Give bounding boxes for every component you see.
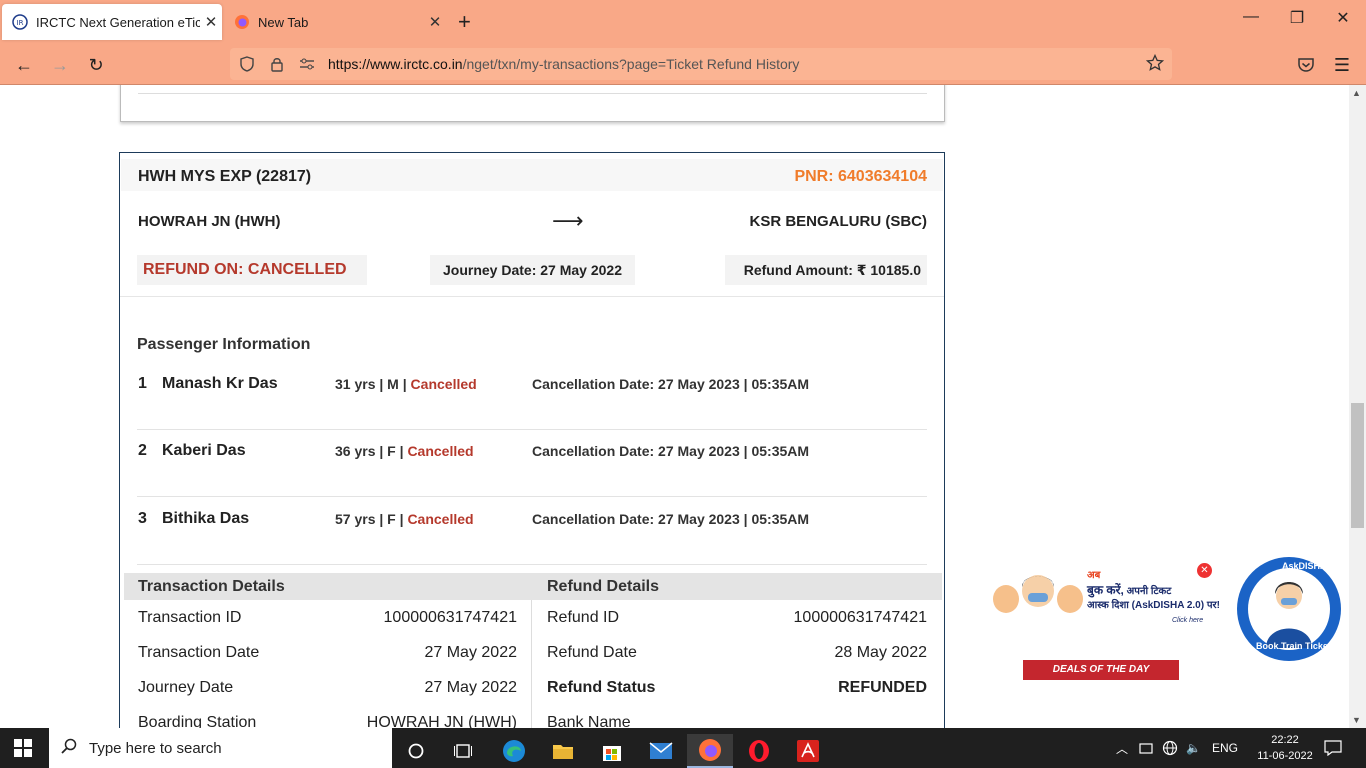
passenger-row: 2 Kaberi Das 36 yrs | F | Cancelled Canc… [137, 429, 927, 497]
passenger-details: 57 yrs | F | Cancelled [335, 511, 474, 527]
pocket-icon[interactable] [1292, 52, 1320, 78]
scrollbar-thumb[interactable] [1351, 403, 1364, 528]
microsoft-store-icon[interactable] [589, 734, 635, 768]
menu-icon[interactable]: ☰ [1328, 52, 1356, 78]
mascot-thumbs-up-icon [993, 575, 1083, 613]
volume-icon[interactable]: 🔈 [1186, 728, 1201, 768]
back-arrow-icon[interactable]: ← [10, 52, 38, 78]
passenger-details: 36 yrs | F | Cancelled [335, 443, 474, 459]
windows-taskbar: Type here to search ︿ 🔈 ENG 22:22 11-06-… [0, 728, 1366, 768]
mail-icon[interactable] [638, 734, 684, 768]
previous-ticket-card [120, 85, 945, 122]
cancellation-date: Cancellation Date: 27 May 2023 | 05:35AM [532, 443, 810, 459]
from-station: HOWRAH JN (HWH) [138, 213, 281, 230]
cancellation-date: Cancellation Date: 27 May 2023 | 05:35AM [532, 511, 810, 527]
svg-text:IR: IR [17, 19, 24, 27]
boarding-station-row: Boarding Station HOWRAH JN (HWH) [138, 714, 517, 728]
search-placeholder: Type here to search [89, 739, 222, 757]
tab-irctc[interactable]: IR IRCTC Next Generation eTicketing ✕ [2, 4, 222, 40]
askdisha-widget[interactable]: अब बुक करें, अपनी टिकट आस्क दिशा (AskDIS… [990, 555, 1350, 685]
passenger-name: Manash Kr Das [162, 375, 278, 392]
notifications-icon[interactable] [1324, 728, 1342, 768]
forward-arrow-icon[interactable]: → [46, 52, 74, 78]
restore-icon[interactable]: ❐ [1274, 8, 1320, 28]
ticket-refund-card: HWH MYS EXP (22817) PNR: 6403634104 HOWR… [119, 152, 945, 728]
window-close-icon[interactable]: ✕ [1320, 8, 1366, 28]
show-hidden-icons[interactable]: ︿ [1116, 728, 1128, 768]
passenger-details: 31 yrs | M | Cancelled [335, 376, 477, 392]
scroll-down-icon[interactable]: ▼ [1352, 715, 1361, 725]
lock-icon[interactable] [264, 56, 290, 72]
firefox-taskbar-icon[interactable] [687, 734, 733, 768]
transaction-date-row: Transaction Date 27 May 2022 [138, 644, 517, 661]
acrobat-icon[interactable] [785, 734, 831, 768]
edge-icon[interactable] [491, 734, 537, 768]
system-clock[interactable]: 22:22 11-06-2022 [1255, 732, 1315, 764]
url-text: https://www.irctc.co.in/nget/txn/my-tran… [328, 56, 800, 72]
close-tab-icon[interactable]: ✕ [424, 13, 446, 31]
tab-title: IRCTC Next Generation eTicketing [36, 14, 200, 30]
journey-date-row: Journey Date 27 May 2022 [138, 679, 517, 696]
deals-of-the-day-banner[interactable]: DEALS OF THE DAY [1023, 660, 1179, 680]
transaction-id-row: Transaction ID 100000631747421 [138, 609, 517, 626]
scroll-up-icon[interactable]: ▲ [1352, 88, 1361, 98]
language-indicator[interactable]: ENG [1212, 728, 1238, 768]
close-ad-icon[interactable]: ✕ [1197, 563, 1212, 578]
refund-details-title: Refund Details [547, 578, 660, 595]
click-here-link[interactable]: Click here [1172, 617, 1203, 624]
minimize-icon[interactable]: — [1228, 8, 1274, 26]
windows-start-icon[interactable] [14, 739, 32, 762]
details-header: Transaction Details Refund Details [124, 573, 942, 600]
refund-amount: Refund Amount: ₹ 10185.0 [725, 255, 927, 285]
irctc-favicon-icon: IR [12, 14, 28, 30]
close-tab-icon[interactable]: ✕ [200, 13, 222, 31]
tab-title: New Tab [258, 14, 309, 30]
passenger-row: 3 Bithika Das 57 yrs | F | Cancelled Can… [137, 497, 927, 565]
file-explorer-icon[interactable] [540, 734, 586, 768]
refund-status-row: Refund Status REFUNDED [547, 679, 927, 696]
pnr-number: PNR: 6403634104 [794, 168, 927, 185]
reload-icon[interactable]: ↻ [82, 52, 110, 78]
shield-icon[interactable] [234, 56, 260, 72]
page-scrollbar[interactable]: ▲ ▼ [1349, 85, 1366, 728]
cortana-icon[interactable] [393, 734, 439, 768]
refund-id-row: Refund ID 100000631747421 [547, 609, 927, 626]
cancellation-date: Cancellation Date: 27 May 2023 | 05:35AM [532, 376, 810, 392]
journey-date: Journey Date: 27 May 2022 [430, 255, 635, 285]
address-bar[interactable]: https://www.irctc.co.in/nget/txn/my-tran… [230, 48, 1172, 80]
taskbar-search-box[interactable]: Type here to search [49, 728, 392, 768]
tab-strip: IR IRCTC Next Generation eTicketing ✕ Ne… [0, 0, 1366, 44]
search-icon [61, 738, 77, 759]
passenger-info-title: Passenger Information [137, 336, 311, 353]
passenger-row: 1 Manash Kr Das 31 yrs | M | Cancelled C… [137, 362, 927, 430]
firefox-icon [234, 14, 250, 30]
permissions-icon[interactable] [294, 57, 320, 71]
passenger-name: Kaberi Das [162, 442, 246, 459]
train-name: HWH MYS EXP (22817) [138, 168, 312, 185]
bank-name-row: Bank Name [547, 714, 631, 728]
to-station: KSR BENGALURU (SBC) [749, 213, 928, 230]
bookmark-star-icon[interactable] [1145, 53, 1165, 77]
network-globe-icon[interactable] [1162, 728, 1178, 768]
refund-date-row: Refund Date 28 May 2022 [547, 644, 927, 661]
chatbot-avatar-icon [1266, 582, 1312, 648]
new-tab-button[interactable]: + [458, 10, 471, 34]
meet-now-icon[interactable] [1139, 728, 1153, 768]
navigation-bar: ← → ↻ https://www.irctc.co.in/nget/txn/m… [0, 44, 1366, 85]
tab-new-tab[interactable]: New Tab ✕ [224, 4, 446, 40]
task-view-icon[interactable] [440, 734, 486, 768]
arrow-right-icon: ⟶ [552, 208, 584, 233]
passenger-name: Bithika Das [162, 510, 250, 527]
opera-icon[interactable] [736, 734, 782, 768]
refund-on-status: REFUND ON: CANCELLED [137, 255, 367, 285]
transaction-details-title: Transaction Details [138, 578, 285, 595]
